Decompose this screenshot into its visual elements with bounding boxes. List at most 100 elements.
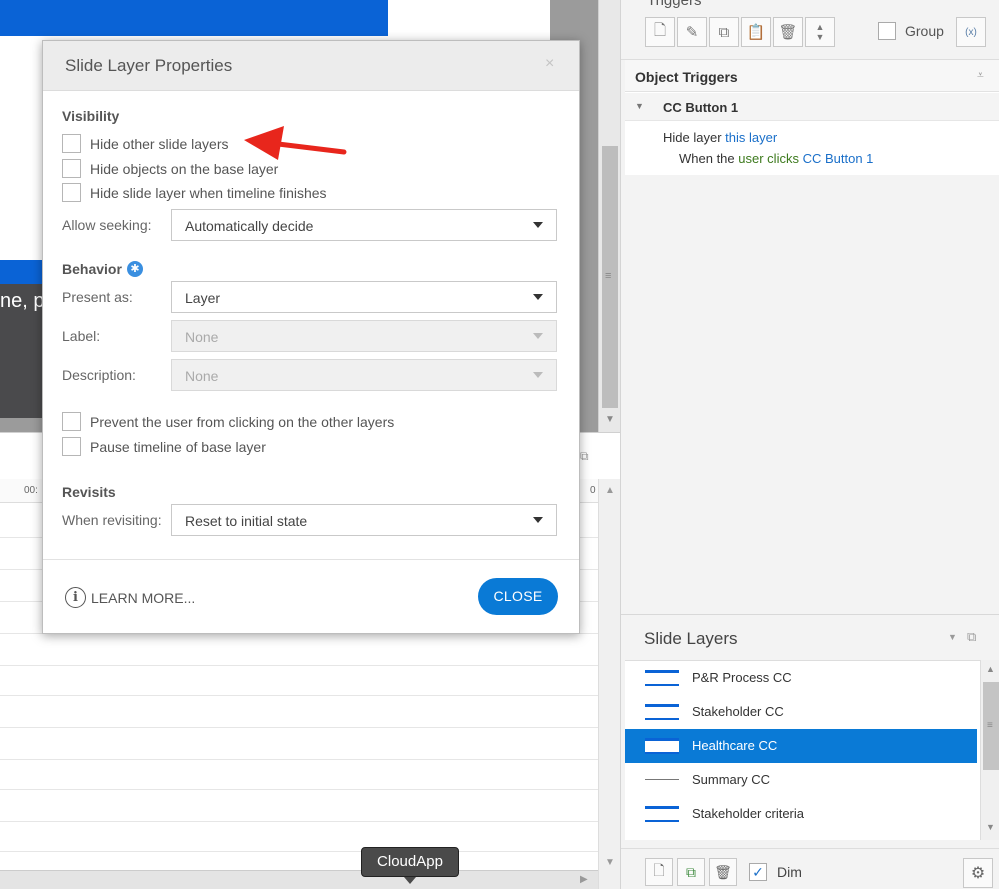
paste-trigger-button[interactable]: 📋 (741, 17, 771, 47)
group-label: Group (905, 23, 944, 39)
footer-divider (43, 559, 579, 560)
trigger-action[interactable]: Hide layer this layer (663, 130, 777, 145)
prevent-click-checkbox[interactable] (62, 412, 81, 431)
slide-layers-panel: Slide Layers ▼ ⧉ P&R Process CC Stakehol… (621, 614, 999, 889)
object-triggers-header: Object Triggers ⩡ (625, 60, 999, 92)
trigger-condition-object[interactable]: CC Button 1 (803, 151, 874, 166)
trigger-condition[interactable]: When the user clicks CC Button 1 (679, 151, 873, 166)
layer-settings-button[interactable]: ⚙ (963, 858, 993, 888)
slide-layers-toolbar: 🗋 ⧉ 🗑 ✓ Dim ⚙ (621, 848, 999, 889)
trash-icon: 🗑 (778, 24, 798, 41)
hide-other-layers-checkbox[interactable] (62, 134, 81, 153)
new-document-icon: 🗋 (653, 862, 665, 878)
when-revisiting-label: When revisiting: (62, 512, 162, 528)
scroll-down-icon[interactable]: ▼ (986, 822, 995, 832)
canvas-scrollbar[interactable]: ≡ ▼ (598, 0, 620, 432)
delete-trigger-button[interactable]: 🗑 (773, 17, 803, 47)
slide-layer-item[interactable]: Summary CC (625, 763, 977, 797)
slide-layer-item[interactable]: P&R Process CC (625, 661, 977, 695)
slide-layer-item[interactable]: Stakeholder criteria (625, 797, 977, 831)
description-value: None (185, 368, 219, 384)
restore-panel-icon[interactable]: ⧉ (967, 629, 976, 645)
hide-other-layers-label: Hide other slide layers (90, 136, 229, 152)
pause-timeline-label: Pause timeline of base layer (90, 439, 266, 455)
timeline-scrollbar[interactable]: ▲ ▼ (598, 479, 620, 889)
layer-thumbnail (645, 704, 679, 720)
trigger-object-name: CC Button 1 (663, 100, 739, 115)
annotation-arrow-icon (244, 126, 347, 160)
copy-trigger-button[interactable]: ⧉ (709, 17, 739, 47)
slide-layer-item-selected[interactable]: Healthcare CC (625, 729, 977, 763)
edit-trigger-button[interactable]: ✎ (677, 17, 707, 47)
new-trigger-button[interactable]: 🗋 (645, 17, 675, 47)
caret-down-icon[interactable]: ▼ (635, 101, 644, 111)
trigger-action-target[interactable]: this layer (725, 130, 777, 145)
label-select: None (171, 320, 557, 352)
grip-icon: ≡ (987, 720, 993, 731)
slide-layer-label: Healthcare CC (692, 738, 778, 753)
slide-layer-label: Stakeholder CC (692, 704, 784, 719)
duplicate-icon: ⧉ (686, 863, 696, 880)
accessibility-icon[interactable]: ✱ (127, 261, 143, 277)
dim-label: Dim (777, 864, 802, 880)
timeline-hscrollbar[interactable]: ▶ (0, 870, 598, 889)
delete-layer-button[interactable]: 🗑 (709, 858, 737, 886)
slide-layer-item[interactable]: Stakeholder CC (625, 695, 977, 729)
hide-base-objects-checkbox[interactable] (62, 159, 81, 178)
checkmark-icon: ✓ (752, 864, 764, 880)
chevron-down-icon (533, 294, 543, 300)
dim-checkbox[interactable]: ✓ (749, 863, 767, 881)
slide-caption-text: ne, p (0, 290, 45, 312)
slide-layers-list: P&R Process CC Stakeholder CC Healthcare… (625, 660, 980, 840)
dialog-title: Slide Layer Properties (65, 56, 233, 75)
object-triggers-title: Object Triggers (635, 69, 738, 85)
trigger-object-row[interactable]: ▼ CC Button 1 (625, 93, 999, 121)
scroll-up-icon[interactable]: ▲ (605, 485, 615, 496)
description-select: None (171, 359, 557, 391)
close-button[interactable]: CLOSE (478, 578, 558, 615)
pause-timeline-checkbox[interactable] (62, 437, 81, 456)
paste-icon: 📋 (746, 24, 766, 41)
grip-icon: ≡ (605, 270, 612, 282)
close-icon[interactable]: × (545, 55, 554, 73)
scroll-up-icon[interactable]: ▲ (986, 664, 995, 674)
move-trigger-button[interactable]: ▲ ▼ (805, 17, 835, 47)
prevent-click-label: Prevent the user from clicking on the ot… (90, 414, 395, 430)
dialog-header[interactable]: Slide Layer Properties × (43, 41, 579, 91)
variables-icon: (x) (965, 26, 977, 38)
layer-thumbnail (645, 670, 679, 686)
variables-button[interactable]: (x) (956, 17, 986, 47)
new-layer-button[interactable]: 🗋 (645, 858, 673, 886)
caret-down-icon[interactable]: ▼ (948, 632, 957, 642)
object-triggers-section: Object Triggers ⩡ ▼ CC Button 1 Hide lay… (625, 60, 999, 175)
duplicate-layer-button[interactable]: ⧉ (677, 858, 705, 886)
allow-seeking-select[interactable]: Automatically decide (171, 209, 557, 241)
when-revisiting-select[interactable]: Reset to initial state (171, 504, 557, 536)
label-value: None (185, 329, 219, 345)
right-panel: Triggers 🗋 ✎ ⧉ 📋 🗑 ▲ ▼ Group (x) Object T… (620, 0, 999, 889)
scroll-down-icon[interactable]: ▼ (605, 857, 615, 868)
hide-when-finished-label: Hide slide layer when timeline finishes (90, 185, 327, 201)
timeline-tick-label: 00: (24, 485, 38, 496)
scroll-down-icon[interactable]: ▼ (605, 414, 615, 425)
group-checkbox[interactable] (878, 22, 896, 40)
collapse-icon[interactable]: ⩡ (977, 68, 984, 83)
restore-panel-icon[interactable]: ⧉ (580, 449, 589, 464)
move-up-down-icon: ▲ ▼ (815, 22, 825, 42)
timeline-row (0, 759, 598, 760)
slide-header-band (0, 0, 388, 36)
visibility-section-title: Visibility (62, 108, 120, 124)
layer-thumbnail (645, 779, 679, 780)
allow-seeking-value: Automatically decide (185, 218, 314, 234)
slide-layers-title: Slide Layers (644, 629, 738, 648)
triggers-toolbar: Triggers 🗋 ✎ ⧉ 📋 🗑 ▲ ▼ Group (x) (621, 0, 999, 60)
hide-when-finished-checkbox[interactable] (62, 183, 81, 202)
chevron-down-icon (533, 222, 543, 228)
timeline-row (0, 695, 598, 696)
slide-layers-scrollbar[interactable]: ▲ ≡ ▼ (980, 660, 999, 840)
scroll-right-icon[interactable]: ▶ (580, 874, 588, 885)
trigger-action-prefix: Hide layer (663, 130, 722, 145)
timeline-row (0, 665, 598, 666)
trigger-condition-event[interactable]: user clicks (738, 151, 799, 166)
present-as-select[interactable]: Layer (171, 281, 557, 313)
